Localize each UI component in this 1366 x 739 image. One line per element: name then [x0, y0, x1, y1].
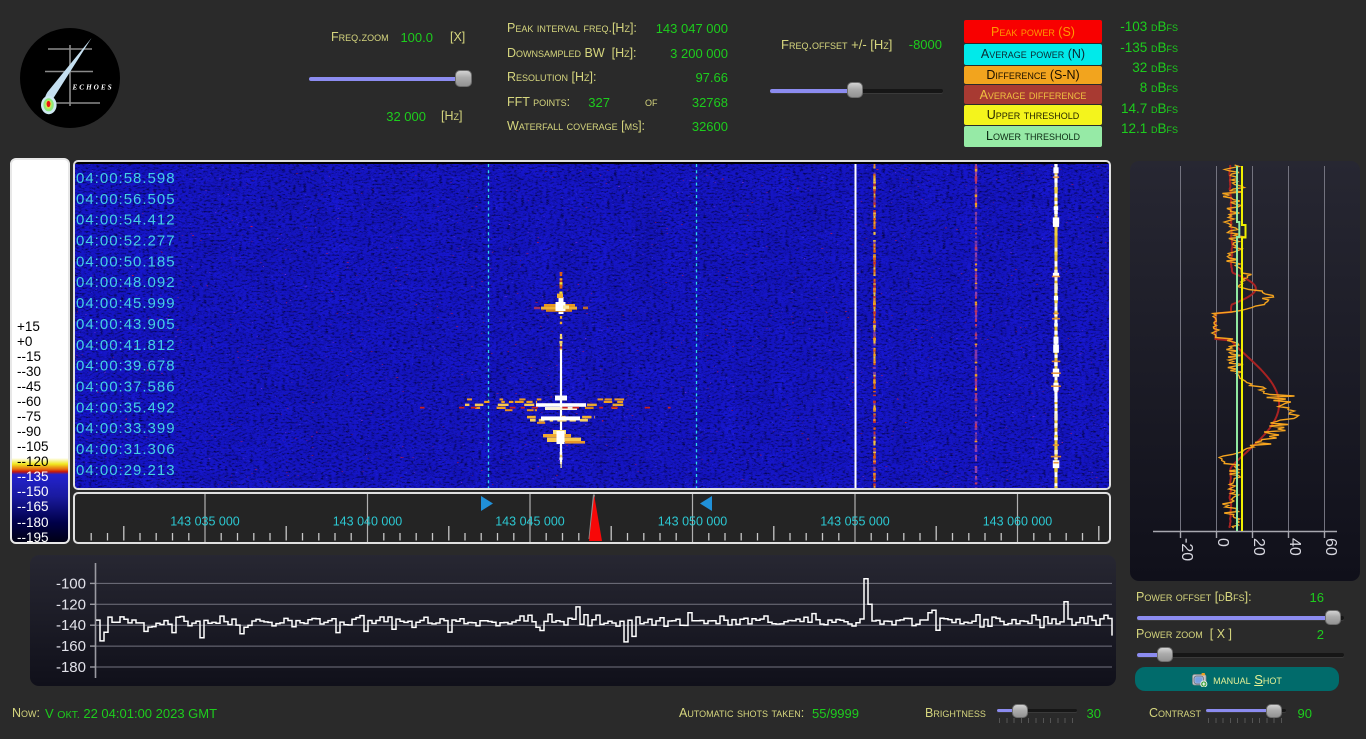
svg-text:04:00:31.306: 04:00:31.306 — [76, 441, 176, 458]
svg-text:143 040 000: 143 040 000 — [333, 515, 403, 529]
svg-text:04:00:43.905: 04:00:43.905 — [76, 316, 176, 333]
svg-text:04:00:58.598: 04:00:58.598 — [76, 170, 176, 187]
svg-text:04:00:45.999: 04:00:45.999 — [76, 295, 176, 312]
svg-text:04:00:56.505: 04:00:56.505 — [76, 191, 176, 208]
svg-text:143 045 000: 143 045 000 — [495, 515, 565, 529]
svg-text:143 050 000: 143 050 000 — [658, 515, 728, 529]
svg-text:-20: -20 — [1178, 538, 1195, 561]
svg-text:04:00:37.586: 04:00:37.586 — [76, 379, 176, 396]
svg-text:143 055 000: 143 055 000 — [820, 515, 890, 529]
svg-text:04:00:48.092: 04:00:48.092 — [76, 274, 176, 291]
svg-text:04:00:41.812: 04:00:41.812 — [76, 337, 176, 354]
svg-text:0: 0 — [1214, 538, 1231, 547]
svg-text:04:00:39.678: 04:00:39.678 — [76, 358, 176, 375]
svg-text:143 035 000: 143 035 000 — [170, 515, 240, 529]
svg-text:-100: -100 — [56, 575, 86, 592]
svg-text:60: 60 — [1322, 538, 1339, 556]
svg-text:-140: -140 — [56, 617, 86, 634]
svg-text:-160: -160 — [56, 638, 86, 655]
svg-text:40: 40 — [1286, 538, 1303, 556]
svg-text:20: 20 — [1250, 538, 1267, 556]
svg-text:04:00:52.277: 04:00:52.277 — [76, 233, 176, 250]
svg-text:04:00:54.412: 04:00:54.412 — [76, 212, 176, 229]
svg-text:04:00:50.185: 04:00:50.185 — [76, 253, 176, 270]
svg-text:04:00:33.399: 04:00:33.399 — [76, 420, 176, 437]
svg-text:143 060 000: 143 060 000 — [983, 515, 1053, 529]
svg-text:04:00:29.213: 04:00:29.213 — [76, 462, 176, 479]
svg-text:-180: -180 — [56, 659, 86, 676]
svg-text:ECHOES: ECHOES — [72, 84, 114, 92]
svg-text:-120: -120 — [56, 596, 86, 613]
svg-text:04:00:35.492: 04:00:35.492 — [76, 399, 176, 416]
